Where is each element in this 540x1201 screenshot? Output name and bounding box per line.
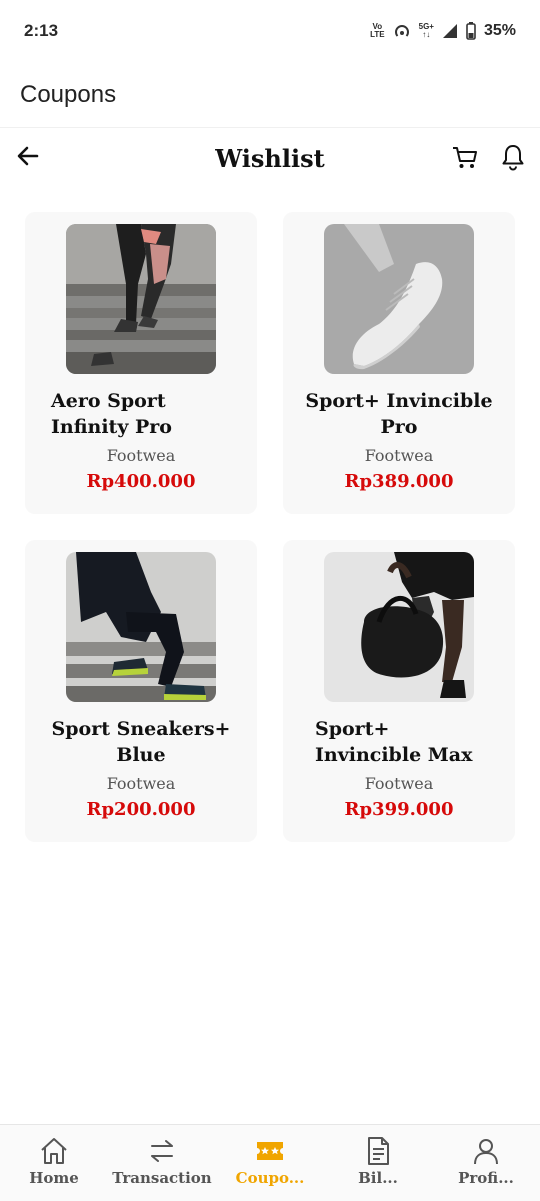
status-time: 2:13: [24, 21, 59, 40]
nav-transaction[interactable]: Transaction: [108, 1125, 216, 1201]
page-title: Wishlist: [215, 143, 325, 173]
nav-home[interactable]: Home: [0, 1125, 108, 1201]
nav-bills[interactable]: Bil...: [324, 1125, 432, 1201]
product-category: Footwea: [364, 446, 434, 465]
product-category: Footwea: [106, 446, 176, 465]
bell-icon: [502, 145, 524, 171]
product-image-athlete-tying-shoe: [66, 552, 216, 702]
bill-icon: [368, 1137, 389, 1165]
home-icon: [41, 1138, 67, 1164]
status-icons: Vo LTE 5G+ ↑↓ 35%: [370, 22, 516, 40]
arrow-left-icon: [17, 146, 39, 166]
product-price: Rp399.000: [344, 799, 454, 820]
product-price: Rp200.000: [86, 799, 196, 820]
product-name: Sport+ Invincible Pro: [305, 390, 493, 438]
signal-icon: [442, 24, 457, 38]
product-image-duffel-bag: [324, 552, 474, 702]
product-name: Sport+ Invincible Max: [315, 718, 473, 766]
profile-icon: [474, 1139, 498, 1165]
product-card[interactable]: Sport+ Invincible Max Footwea Rp399.000: [283, 540, 515, 842]
product-price: Rp389.000: [344, 471, 454, 492]
cart-icon: [453, 147, 477, 168]
nav-profile[interactable]: Profi...: [432, 1125, 540, 1201]
bottom-navigation: Home Transaction Coupo... Bil... Profi..…: [0, 1124, 540, 1201]
app-title-bar: Coupons: [0, 62, 540, 128]
product-image-white-sneaker: [324, 224, 474, 374]
product-price: Rp400.000: [86, 471, 196, 492]
wishlist-header: Wishlist: [0, 128, 540, 188]
swap-icon: [151, 1140, 173, 1162]
notification-button[interactable]: [498, 142, 528, 172]
battery-icon: [466, 22, 476, 40]
product-name: Aero Sport Infinity Pro: [51, 390, 172, 438]
status-bar: 2:13 Vo LTE 5G+ ↑↓ 35%: [0, 0, 540, 62]
battery-percentage: 35%: [483, 22, 516, 39]
product-image-running-legs: [66, 224, 216, 374]
product-card[interactable]: Sport+ Invincible Pro Footwea Rp389.000: [283, 212, 515, 514]
volte-indicator: Vo LTE: [370, 22, 385, 39]
product-card[interactable]: Aero Sport Infinity Pro Footwea Rp400.00…: [25, 212, 257, 514]
coupon-icon: [257, 1142, 283, 1160]
back-button[interactable]: [14, 142, 42, 170]
product-card[interactable]: Sport Sneakers+ Blue Footwea Rp200.000: [25, 540, 257, 842]
network-5g-indicator: 5G+ ↑↓: [418, 22, 434, 39]
app-title: Coupons: [20, 80, 117, 108]
cart-button[interactable]: [450, 142, 480, 172]
product-category: Footwea: [364, 774, 434, 793]
hotspot-icon: [394, 25, 409, 37]
product-category: Footwea: [106, 774, 176, 793]
product-name: Sport Sneakers+ Blue: [51, 718, 231, 766]
nav-coupons[interactable]: Coupo...: [216, 1125, 324, 1201]
